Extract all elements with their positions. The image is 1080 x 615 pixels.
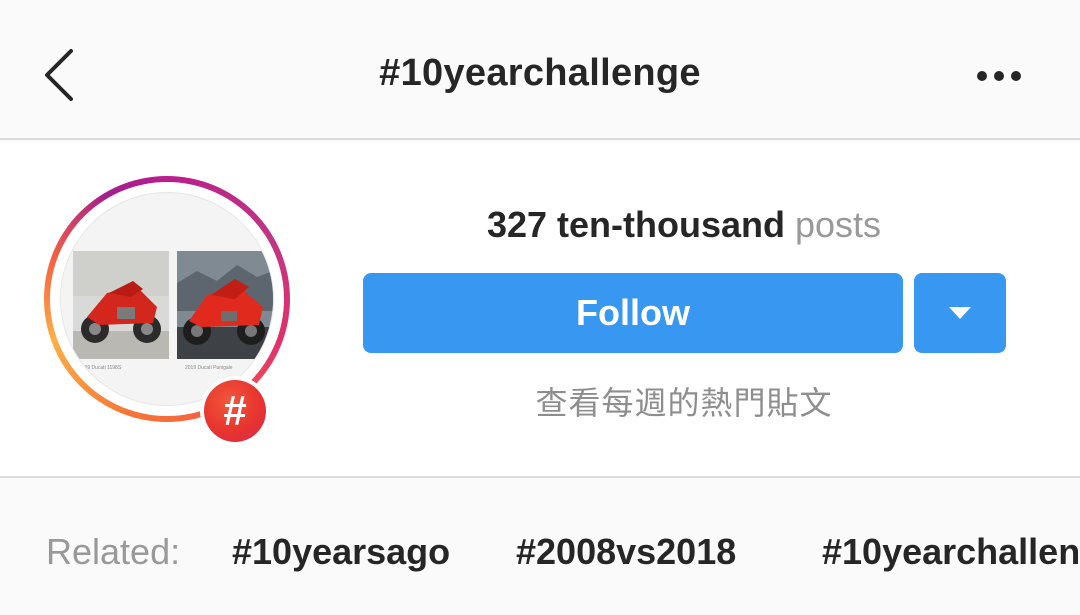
follow-button[interactable]: Follow [363,273,903,353]
caret-down-icon [949,307,971,319]
follow-button-label: Follow [576,292,690,333]
hashtag-header: 2009 Ducati 1198S 2019 Ducati Panigale #… [0,142,1080,478]
related-tag[interactable]: #10yearchallenge [822,531,1080,573]
hashtag-avatar: 2009 Ducati 1198S 2019 Ducati Panigale [60,192,274,406]
follow-options-button[interactable] [914,273,1006,353]
weekly-top-posts-link[interactable]: 查看每週的熱門貼文 [364,378,1004,424]
page-title: #10yearchallenge [379,52,701,94]
motorcycle-photo-2019 [177,251,273,359]
more-horizontal-icon [977,71,1021,81]
photo-caption-left: 2009 Ducati 1198S [79,365,122,371]
top-navigation-bar: #10yearchallenge [0,0,1080,140]
hashtag-icon: # [204,380,266,442]
related-label: Related: [46,531,181,572]
photo-caption-right: 2019 Ducati Panigale [185,365,233,371]
related-hashtags: Related: #10yearsago #2008vs2018 #10year… [0,480,1080,615]
post-count-unit: posts [795,204,882,245]
related-tag[interactable]: #10yearsago [232,531,450,573]
motorcycle-photo-2009 [73,251,169,359]
post-count: 327 ten-thousand posts [364,204,1004,246]
hashtag-badge: # [200,376,270,446]
more-options-button[interactable] [966,56,1032,96]
related-tag[interactable]: #2008vs2018 [516,531,736,573]
post-count-value: 327 ten-thousand [486,204,785,245]
